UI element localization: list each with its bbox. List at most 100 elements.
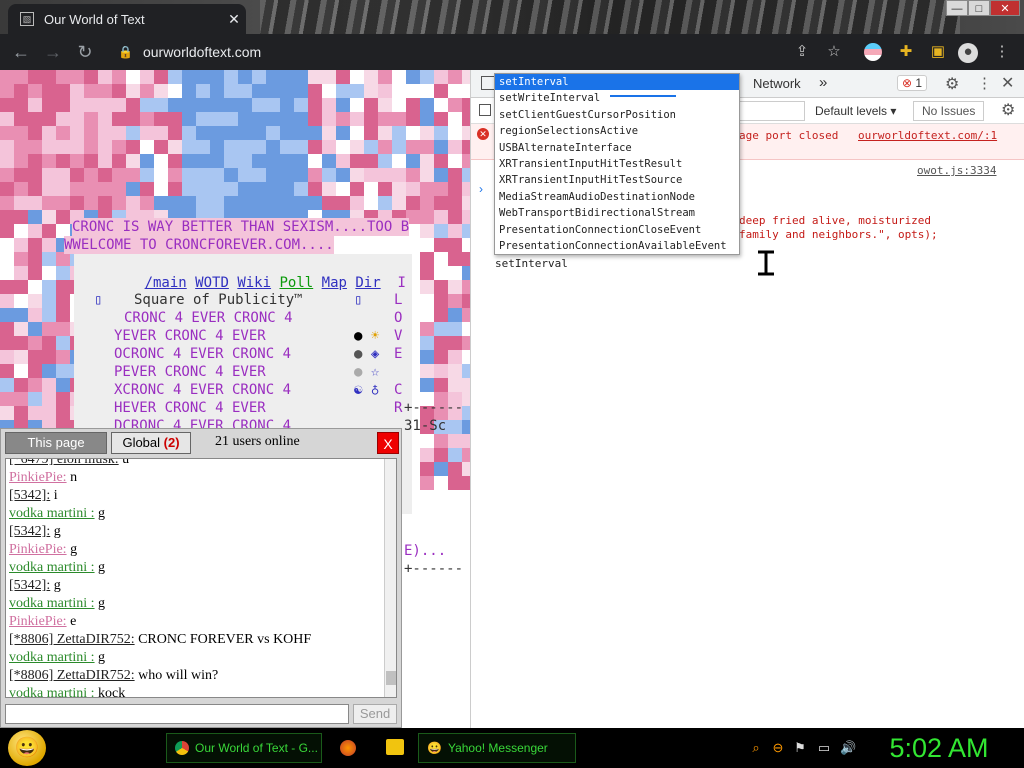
side-letter-3: V xyxy=(394,328,403,344)
sidebar-toggle-icon[interactable] xyxy=(479,104,491,116)
firefox-icon[interactable] xyxy=(340,740,356,756)
chat-scrollbar[interactable] xyxy=(384,459,396,697)
bookmark-star-icon[interactable]: ☆ xyxy=(824,43,844,61)
more-tabs-icon[interactable]: » xyxy=(819,74,827,91)
side-panel-icon[interactable]: ▣ xyxy=(928,43,948,61)
nav-link-main[interactable]: /main xyxy=(145,275,187,291)
nav-link-wiki[interactable]: Wiki xyxy=(237,275,271,291)
autocomplete-item[interactable]: setClientGuestCursorPosition xyxy=(495,107,739,123)
pixel-tile xyxy=(392,196,406,210)
autocomplete-item[interactable]: PresentationConnectionAvailableEvent xyxy=(495,238,739,254)
side-letter-2: O xyxy=(394,310,403,326)
expand-arrow-icon[interactable]: › xyxy=(479,182,483,196)
autocomplete-item[interactable]: PresentationConnectionCloseEvent xyxy=(495,222,739,238)
log-source-link[interactable]: owot.js:3334 xyxy=(917,164,996,177)
maximize-button[interactable]: □ xyxy=(968,0,990,16)
pixel-tile xyxy=(434,238,448,252)
chat-nickname[interactable]: PinkiePie: xyxy=(9,542,67,557)
autocomplete-item[interactable]: setWriteInterval xyxy=(495,90,739,106)
search-icon[interactable]: ⌕ xyxy=(748,740,764,756)
pixel-tile xyxy=(364,182,378,196)
taskbar-yahoo-button[interactable]: 😀 Yahoo! Messenger xyxy=(418,733,576,763)
chat-nickname[interactable]: vodka martini : xyxy=(9,506,95,521)
chat-send-button[interactable]: Send xyxy=(353,704,397,724)
nav-link-wotd[interactable]: WOTD xyxy=(195,275,229,291)
extension-flag-icon[interactable] xyxy=(864,43,882,61)
pixel-tile xyxy=(126,70,140,84)
pixel-tile xyxy=(308,84,322,98)
chat-tab-global[interactable]: Global (2) xyxy=(111,432,191,454)
address-bar[interactable]: 🔒 ourworldoftext.com xyxy=(108,38,856,66)
chat-nickname[interactable]: [*6479] elon musk: xyxy=(9,459,119,467)
devtools-menu-icon[interactable]: ⋮ xyxy=(977,74,992,92)
pixel-tile xyxy=(28,168,42,182)
autocomplete-item[interactable]: USBAlternateInterface xyxy=(495,140,739,156)
autocomplete-item[interactable]: setInterval xyxy=(495,74,739,91)
pixel-tile xyxy=(14,112,28,126)
profile-avatar-icon[interactable]: ● xyxy=(958,43,978,63)
pixel-tile xyxy=(420,70,434,84)
forward-icon[interactable]: → xyxy=(42,42,64,62)
autocomplete-item[interactable]: WebTransportBidirectionalStream xyxy=(495,205,739,221)
tab-network[interactable]: Network xyxy=(753,76,801,91)
autocomplete-item[interactable]: MediaStreamAudioDestinationNode xyxy=(495,189,739,205)
pixel-tile xyxy=(238,168,252,182)
settings-gear-icon[interactable]: ⚙ xyxy=(945,74,959,94)
action-center-flag-icon[interactable]: ⚑ xyxy=(792,740,808,756)
pixel-tile xyxy=(84,168,98,182)
autocomplete-item[interactable]: regionSelectionsActive xyxy=(495,123,739,139)
minimize-button[interactable]: — xyxy=(946,0,968,16)
volume-icon[interactable]: 🔊 xyxy=(840,740,856,756)
chat-nickname[interactable]: [*8806] ZettaDIR752: xyxy=(9,668,135,683)
chat-nickname[interactable]: PinkiePie: xyxy=(9,614,67,629)
chat-nickname[interactable]: vodka martini : xyxy=(9,686,95,697)
chat-nickname[interactable]: [5342]: xyxy=(9,488,50,503)
devtools-close-icon[interactable]: ✕ xyxy=(1001,73,1014,93)
pixel-tile xyxy=(140,126,154,140)
chat-tab-this-page[interactable]: This page xyxy=(5,432,107,454)
nav-link-poll[interactable]: Poll xyxy=(279,275,313,291)
folder-icon[interactable] xyxy=(386,739,404,755)
no-issues-button[interactable]: No Issues xyxy=(913,101,985,121)
error-source-link[interactable]: ourworldoftext.com/:1 xyxy=(858,129,997,142)
chat-nickname[interactable]: vodka martini : xyxy=(9,650,95,665)
share-icon[interactable]: ⇪ xyxy=(792,43,812,61)
inspect-element-icon[interactable] xyxy=(481,76,495,90)
nav-link-map[interactable]: Map xyxy=(322,275,347,291)
nav-link-dir[interactable]: Dir xyxy=(355,275,380,291)
autocomplete-item[interactable]: XRTransientInputHitTestResult xyxy=(495,156,739,172)
banner-line-2: WWELCOME TO CRONCFOREVER.COM.... xyxy=(64,236,334,254)
chat-nickname[interactable]: PinkiePie: xyxy=(9,470,67,485)
chat-nickname[interactable]: vodka martini : xyxy=(9,596,95,611)
chat-scroll-thumb[interactable] xyxy=(386,671,396,685)
chat-message: PinkiePie: g xyxy=(9,541,311,559)
pixel-tile xyxy=(0,112,14,126)
chat-nickname[interactable]: [*8806] ZettaDIR752: xyxy=(9,632,135,647)
network-icon[interactable]: ▭ xyxy=(816,740,832,756)
close-window-button[interactable]: ✕ xyxy=(990,0,1020,16)
chat-nickname[interactable]: vodka martini : xyxy=(9,560,95,575)
chat-close-button[interactable]: X xyxy=(377,432,399,454)
default-levels-dropdown[interactable]: Default levels ▾ xyxy=(815,104,896,118)
system-clock[interactable]: 5:02 AM xyxy=(884,730,994,766)
browser-tab[interactable]: ▧ Our World of Text ✕ xyxy=(8,4,246,34)
console-prompt-input[interactable]: setInterval xyxy=(495,257,568,270)
chat-nickname[interactable]: [5342]: xyxy=(9,524,50,539)
chat-input[interactable] xyxy=(5,704,349,724)
start-button-smiley-icon[interactable]: 😀 xyxy=(8,730,46,766)
back-icon[interactable]: ← xyxy=(10,42,32,62)
pixel-tile xyxy=(28,364,42,378)
no-entry-icon[interactable]: ⊖ xyxy=(770,740,786,756)
error-counter[interactable]: ⊗ 1 xyxy=(897,75,928,91)
autocomplete-item[interactable]: XRTransientInputHitTestSource xyxy=(495,172,739,188)
wallpaper-strip xyxy=(260,0,960,34)
taskbar-chrome-button[interactable]: Our World of Text - G... xyxy=(166,733,322,763)
tab-close-icon[interactable]: ✕ xyxy=(222,11,246,28)
chat-log[interactable]: [*6479] elon musk: u PinkiePie: n [5342]: … xyxy=(5,458,397,698)
console-settings-icon[interactable]: ⚙ xyxy=(1001,100,1015,120)
chat-nickname[interactable]: [5342]: xyxy=(9,578,50,593)
menu-kebab-icon[interactable]: ⋮ xyxy=(992,43,1012,61)
reload-icon[interactable]: ↻ xyxy=(74,42,96,62)
chat-message: [*8806] ZettaDIR752: CRONC FOREVER vs KO… xyxy=(9,631,311,649)
extensions-puzzle-icon[interactable]: ✚ xyxy=(896,43,916,61)
